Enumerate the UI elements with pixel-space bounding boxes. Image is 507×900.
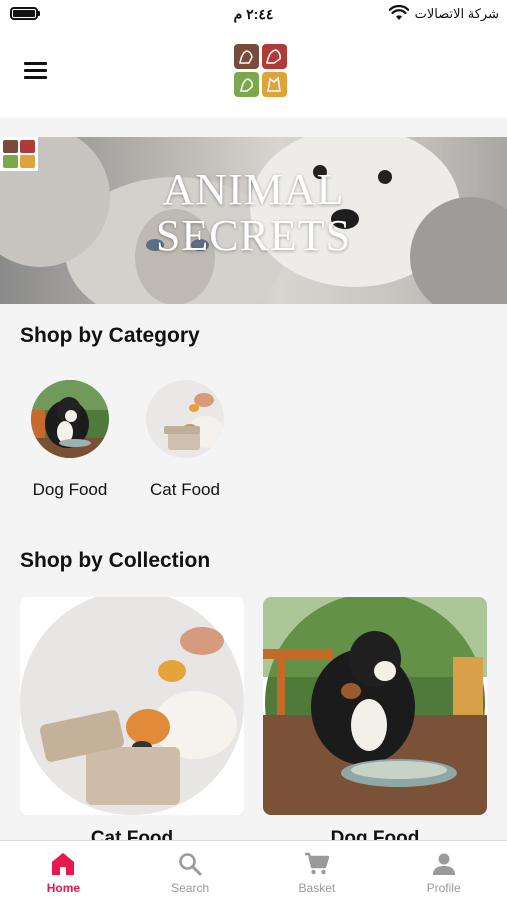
banner-title-line1: ANIMAL [162, 165, 345, 214]
app-logo-icon[interactable] [234, 44, 287, 97]
banner-title: ANIMAL SECRETS [0, 167, 507, 259]
banner-logo-icon [0, 137, 38, 171]
carrier-name: شركة الاتصالات [414, 6, 499, 21]
tab-search[interactable]: Search [127, 841, 254, 900]
collection-section-title: Shop by Collection [20, 549, 211, 572]
hamburger-menu-icon[interactable] [24, 62, 47, 80]
tab-basket[interactable]: Basket [254, 841, 381, 900]
cat-food-collection-image [20, 597, 244, 815]
collection-card-cat-food[interactable] [20, 597, 244, 815]
tab-home[interactable]: Home [0, 841, 127, 900]
wifi-icon [389, 5, 409, 20]
category-label: Dog Food [32, 480, 108, 499]
bottom-tab-bar: Home Search Basket Profile [0, 840, 507, 900]
profile-icon [432, 853, 455, 875]
tab-label: Search [171, 881, 210, 895]
cat-food-thumbnail [146, 380, 224, 458]
category-item-dog-food[interactable]: Dog Food [15, 380, 125, 500]
home-icon [52, 853, 75, 875]
collection-card-dog-food[interactable] [263, 597, 487, 815]
dog-food-collection-image [263, 597, 487, 815]
tab-label: Home [46, 881, 81, 895]
dog-food-thumbnail [31, 380, 109, 458]
category-item-cat-food[interactable]: Cat Food [130, 380, 240, 500]
app-screen: ٢:٤٤ م شركة الاتصالات ANIMAL SECRETS Sho… [0, 0, 507, 900]
hero-banner[interactable]: ANIMAL SECRETS [0, 137, 507, 304]
status-bar: ٢:٤٤ م شركة الاتصالات [0, 0, 507, 30]
banner-title-line2: SECRETS [155, 211, 352, 260]
search-icon [179, 853, 202, 876]
category-label: Cat Food [150, 480, 220, 499]
tab-profile[interactable]: Profile [380, 841, 507, 900]
tab-label: Basket [298, 881, 336, 895]
tab-label: Profile [426, 881, 461, 895]
category-section-title: Shop by Category [20, 324, 200, 347]
app-header [0, 30, 507, 118]
basket-icon [304, 852, 330, 875]
